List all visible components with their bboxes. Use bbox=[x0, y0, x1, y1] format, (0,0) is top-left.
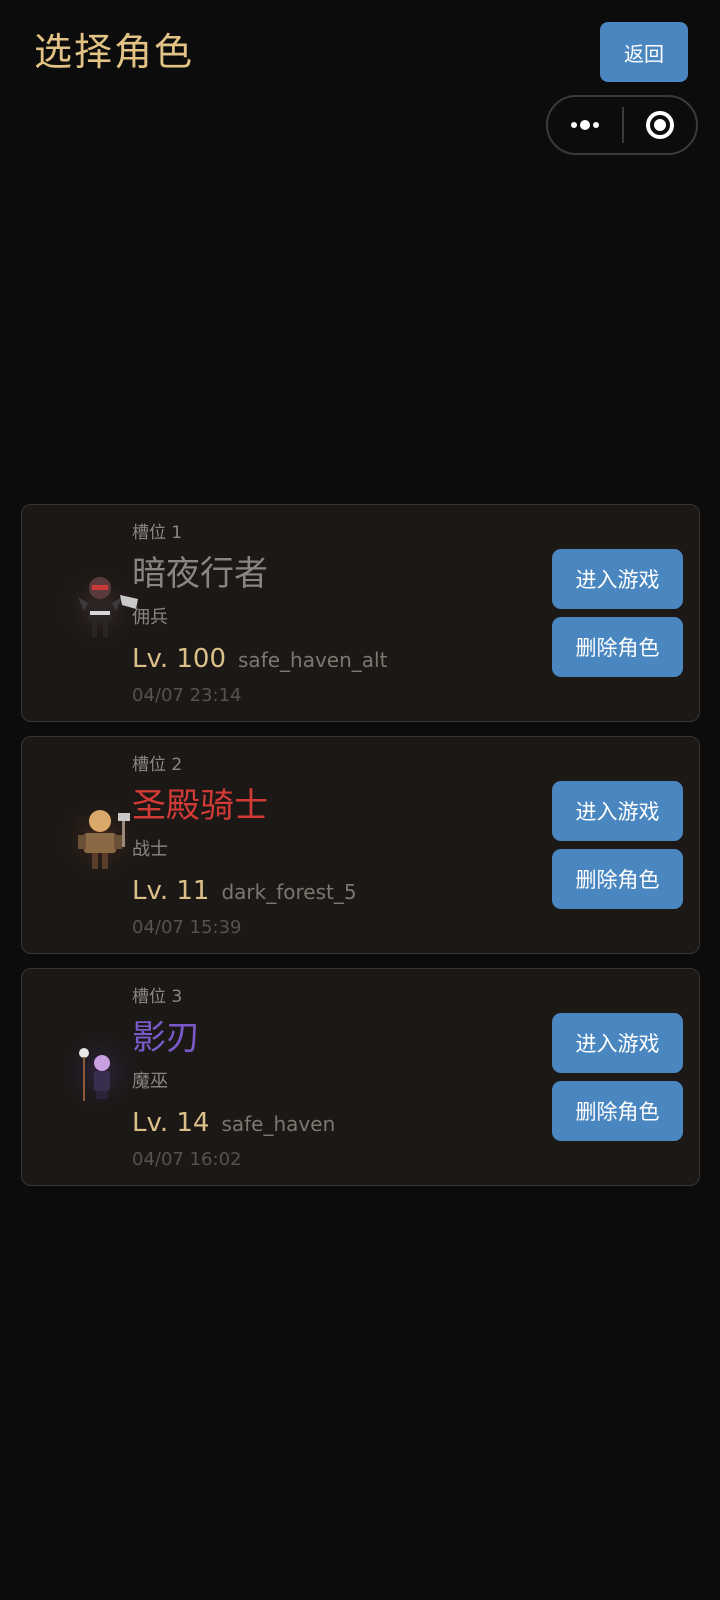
delete-character-button[interactable]: 删除角色 bbox=[552, 1081, 683, 1141]
delete-character-button[interactable]: 删除角色 bbox=[552, 617, 683, 677]
slot-label: 槽位 1 bbox=[132, 523, 183, 543]
character-class: 魔巫 bbox=[132, 1071, 168, 1092]
character-card: 槽位 3 影刃 魔巫 Lv. 14 safe_haven 04/07 16:02… bbox=[21, 968, 700, 1186]
character-level: Lv. 100 bbox=[132, 644, 227, 674]
character-info: 槽位 1 暗夜行者 佣兵 Lv. 100 safe_haven_alt 04/0… bbox=[132, 519, 387, 711]
slot-label: 槽位 3 bbox=[132, 987, 183, 1007]
page-title: 选择角色 bbox=[34, 30, 195, 74]
target-close-icon[interactable] bbox=[624, 97, 696, 153]
character-card: 槽位 1 暗夜行者 佣兵 Lv. 100 safe_haven_alt 04/0… bbox=[21, 504, 700, 722]
mini-program-capsule bbox=[546, 95, 698, 155]
character-card: 槽位 2 圣殿骑士 战士 Lv. 11 dark_forest_5 04/07 … bbox=[21, 736, 700, 954]
character-info: 槽位 3 影刃 魔巫 Lv. 14 safe_haven 04/07 16:02 bbox=[132, 983, 335, 1175]
character-select-screen: 选择角色 返回 槽位 1 暗夜行者 佣兵 Lv. 100 safe_haven_… bbox=[0, 0, 720, 1600]
last-played-time: 04/07 23:14 bbox=[132, 685, 242, 706]
character-name: 圣殿骑士 bbox=[132, 786, 268, 826]
enter-game-button[interactable]: 进入游戏 bbox=[552, 549, 683, 609]
character-level: Lv. 11 bbox=[132, 876, 210, 906]
character-name: 影刃 bbox=[132, 1018, 200, 1058]
slot-label: 槽位 2 bbox=[132, 755, 183, 775]
enter-game-button[interactable]: 进入游戏 bbox=[552, 781, 683, 841]
character-location: dark_forest_5 bbox=[221, 880, 357, 904]
delete-character-button[interactable]: 删除角色 bbox=[552, 849, 683, 909]
back-button[interactable]: 返回 bbox=[600, 22, 688, 82]
character-location: safe_haven_alt bbox=[238, 648, 388, 672]
character-name: 暗夜行者 bbox=[132, 554, 268, 594]
character-level: Lv. 14 bbox=[132, 1108, 210, 1138]
enter-game-button[interactable]: 进入游戏 bbox=[552, 1013, 683, 1073]
last-played-time: 04/07 16:02 bbox=[132, 1149, 242, 1170]
more-dots-icon[interactable] bbox=[548, 97, 622, 153]
character-class: 战士 bbox=[132, 839, 168, 860]
character-location: safe_haven bbox=[221, 1112, 336, 1136]
character-class: 佣兵 bbox=[132, 607, 168, 628]
last-played-time: 04/07 15:39 bbox=[132, 917, 242, 938]
character-info: 槽位 2 圣殿骑士 战士 Lv. 11 dark_forest_5 04/07 … bbox=[132, 751, 357, 943]
character-list: 槽位 1 暗夜行者 佣兵 Lv. 100 safe_haven_alt 04/0… bbox=[21, 504, 700, 1200]
